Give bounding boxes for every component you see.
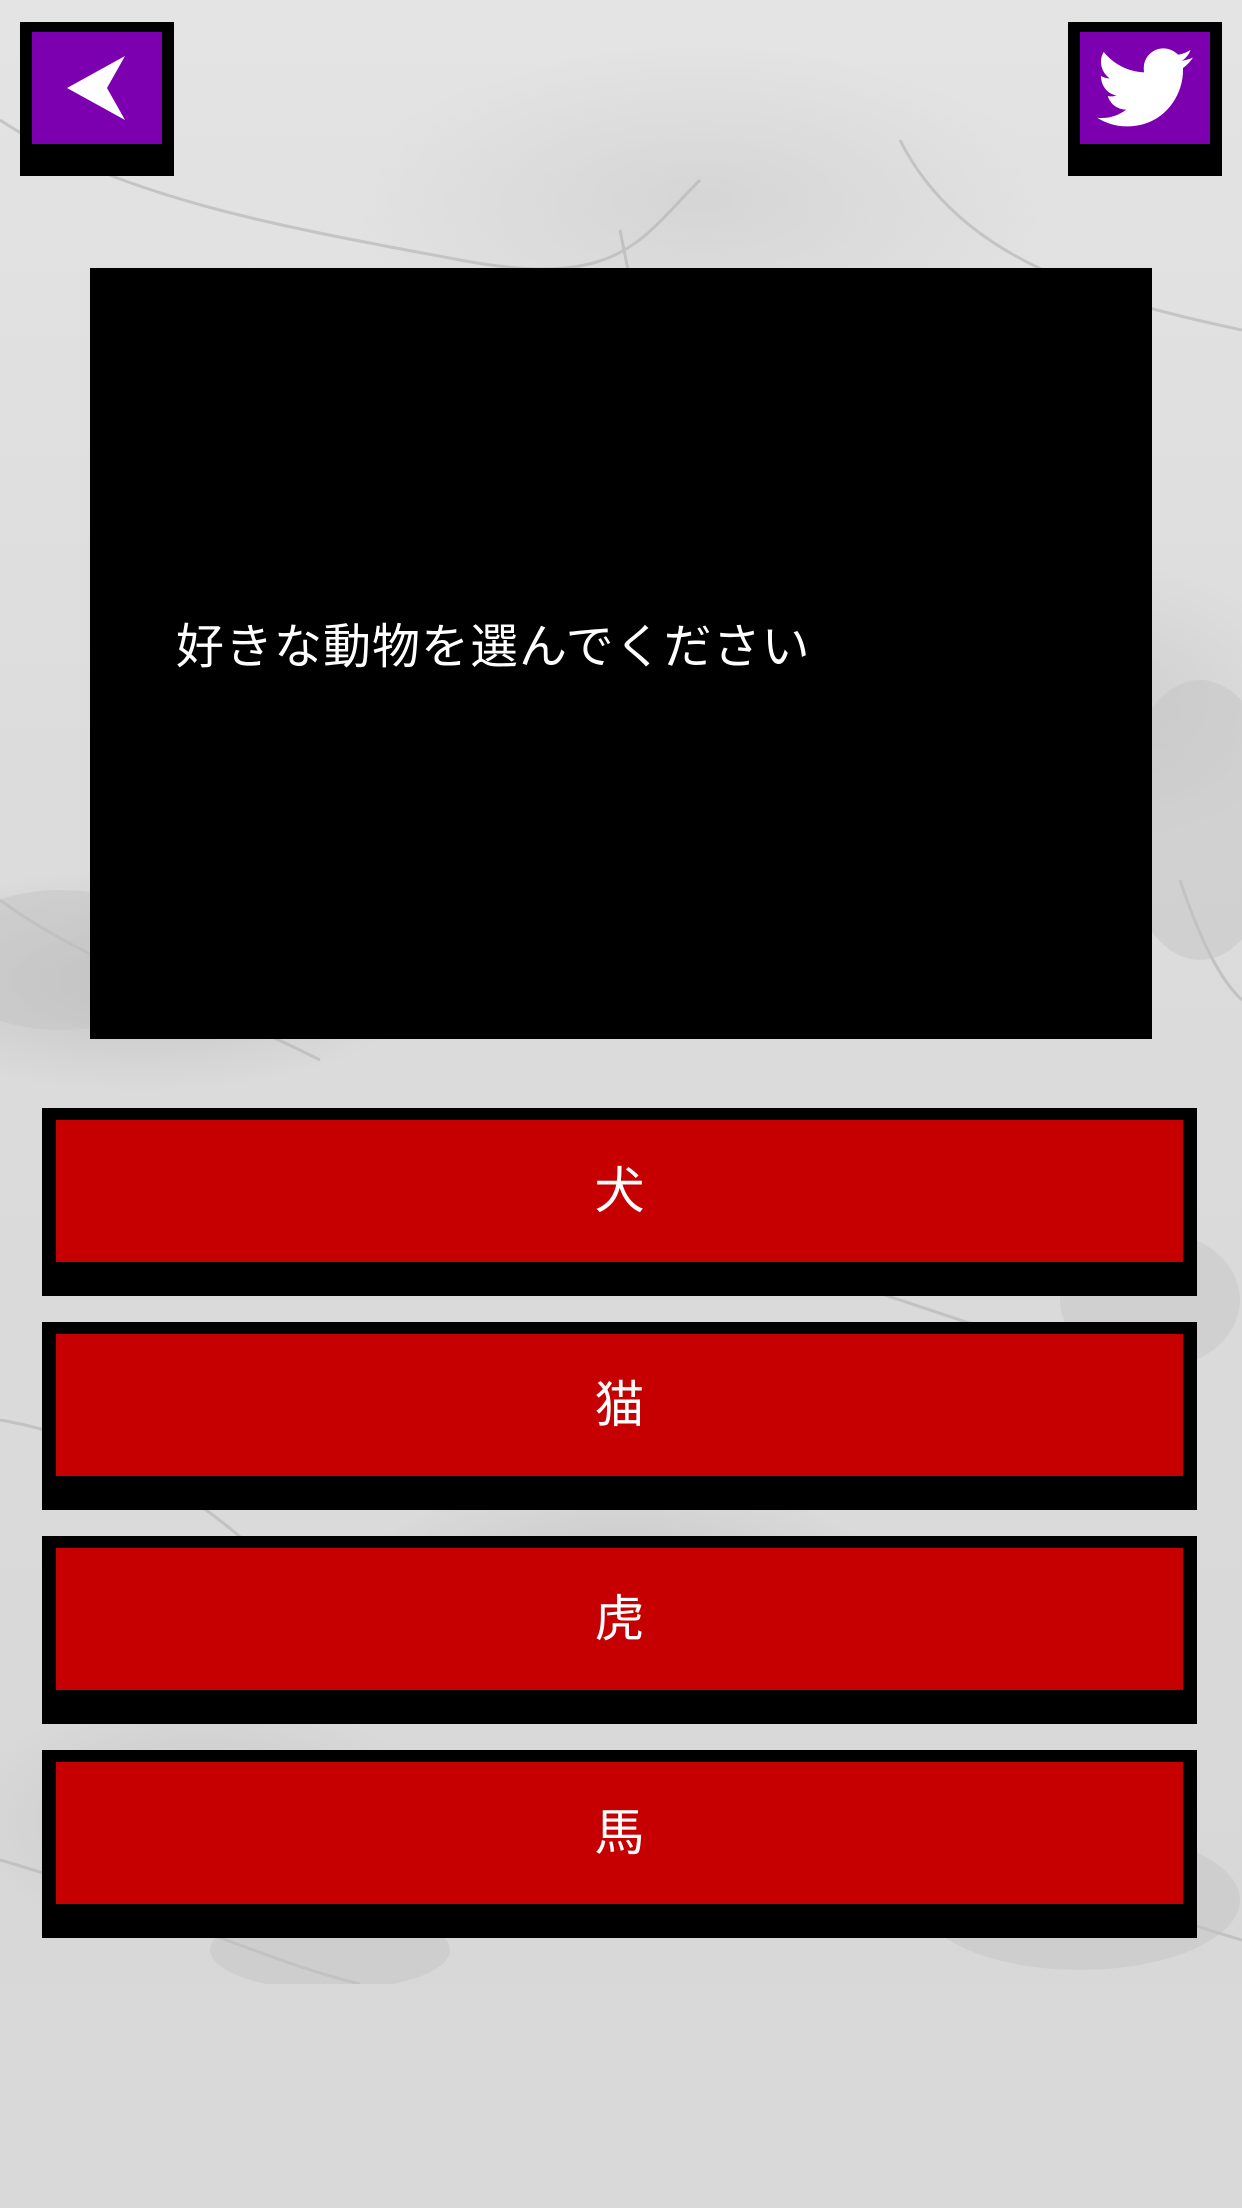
answer-label: 虎 xyxy=(594,1590,645,1648)
answer-label: 猫 xyxy=(594,1376,645,1434)
answer-button-2[interactable]: 猫 xyxy=(42,1322,1197,1510)
question-panel: 好きな動物を選んでください xyxy=(90,268,1152,1039)
answer-button-face: 虎 xyxy=(56,1548,1183,1690)
answer-label: 馬 xyxy=(594,1804,645,1862)
back-arrow-icon xyxy=(67,56,125,120)
answer-button-face: 犬 xyxy=(56,1120,1183,1262)
answer-button-1[interactable]: 犬 xyxy=(42,1108,1197,1296)
answer-button-4[interactable]: 馬 xyxy=(42,1750,1197,1938)
twitter-button-face xyxy=(1080,32,1210,144)
answer-button-3[interactable]: 虎 xyxy=(42,1536,1197,1724)
twitter-share-button[interactable] xyxy=(1068,22,1222,176)
answer-button-face: 馬 xyxy=(56,1762,1183,1904)
twitter-bird-icon xyxy=(1097,48,1193,127)
back-button[interactable] xyxy=(20,22,174,176)
back-button-face xyxy=(32,32,162,144)
question-text: 好きな動物を選んでください xyxy=(176,619,811,675)
answer-label: 犬 xyxy=(594,1162,645,1220)
answer-button-face: 猫 xyxy=(56,1334,1183,1476)
